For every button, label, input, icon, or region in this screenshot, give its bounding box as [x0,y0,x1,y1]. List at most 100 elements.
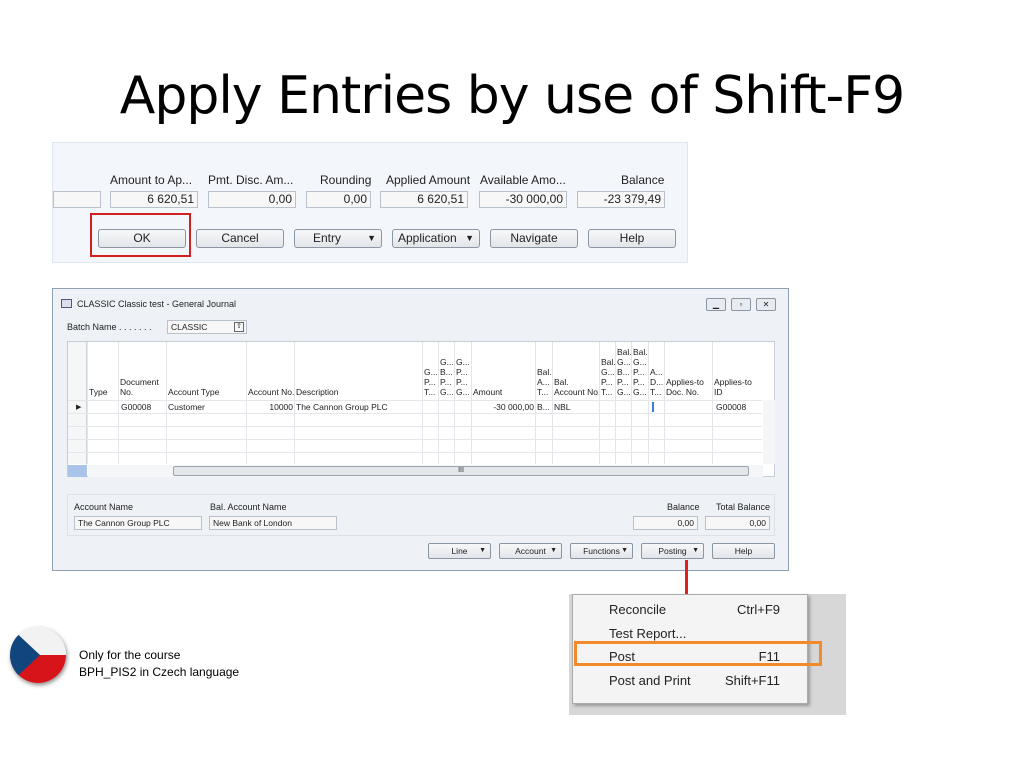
dropdown-arrow-icon: ▼ [479,547,486,554]
help-button[interactable]: Help [588,229,676,248]
column-divider [535,342,536,464]
dropdown-arrow-icon: ▼ [621,547,628,554]
column-header[interactable]: G... B... P... G... [440,357,454,397]
horizontal-scrollbar[interactable]: III [88,465,763,477]
account-button[interactable]: Account ▼ [499,543,562,559]
menu-item-label: Test Report... [609,626,687,641]
column-divider [438,342,439,464]
field-label: Pmt. Disc. Am... [208,173,294,187]
journal-window-icon [61,299,72,308]
posting-button[interactable]: Posting ▼ [641,543,704,559]
line-label: Line [451,546,468,556]
functions-button[interactable]: Functions ▼ [570,543,633,559]
total-balance-label: Total Balance [716,502,771,512]
field-label: Applied Amount [386,173,471,187]
column-divider [166,342,167,464]
column-header[interactable]: G... P... P... G... [456,357,470,397]
batch-name-value: CLASSIC [171,322,208,332]
menu-item-label: Post and Print [609,673,691,688]
amount-to-apply-field[interactable]: 6 620,51 [110,191,198,208]
balance-field[interactable]: 0,00 [633,516,698,530]
batch-name-field[interactable]: CLASSIC ⇧ [167,320,247,334]
navigate-button[interactable]: Navigate [490,229,578,248]
column-divider [422,342,423,464]
column-divider [712,342,713,464]
column-divider [552,342,553,464]
cell-description[interactable]: The Cannon Group PLC [296,402,388,412]
column-header[interactable]: G... P... T... [424,367,438,397]
column-header[interactable]: Bal. G... P... P... G... [633,347,648,397]
cell-bal-account-type[interactable]: B... [537,402,550,412]
maximize-button[interactable]: ▫ [731,298,751,311]
applied-amount-field[interactable]: 6 620,51 [380,191,468,208]
batch-name-label: Batch Name . . . . . . . [67,322,152,332]
czech-flag-icon [10,627,66,683]
cell-document-no[interactable]: G00008 [121,402,151,412]
entry-button[interactable]: Entry ▼ [294,229,382,248]
help-button[interactable]: Help [712,543,775,559]
column-header[interactable]: Applies-to Doc. No. [666,377,704,397]
select-all-corner[interactable] [68,465,87,477]
column-header[interactable]: Account No. [248,387,294,397]
column-divider [631,342,632,464]
scrollbar-thumb[interactable]: III [173,466,749,476]
menu-item-reconcile[interactable]: Reconcile Ctrl+F9 [609,602,804,617]
column-header[interactable]: Bal. G... B... P... G... [617,347,632,397]
ok-highlight-box [90,213,191,257]
dropdown-arrow-icon: ▼ [692,547,699,554]
application-button[interactable]: Application ▼ [392,229,480,248]
pmt-disc-amount-field[interactable]: 0,00 [208,191,296,208]
balance-field[interactable]: -23 379,49 [577,191,665,208]
field-label: Available Amo... [480,173,566,187]
available-amount-field[interactable]: -30 000,00 [479,191,567,208]
column-header[interactable]: Applies-to ID [714,377,752,397]
menu-item-label: Reconcile [609,602,667,617]
account-name-field[interactable]: The Cannon Group PLC [74,516,202,530]
functions-label: Functions [583,546,620,556]
column-header[interactable]: Bal. A... T... [537,367,552,397]
column-header[interactable]: Amount [473,387,502,397]
account-label: Account [515,546,546,556]
cell-bal-account-no[interactable]: NBL [554,402,571,412]
column-divider [454,342,455,464]
total-balance-field[interactable]: 0,00 [705,516,770,530]
rounding-field[interactable]: 0,00 [306,191,371,208]
cell-amount[interactable]: -30 000,00 [472,402,534,412]
dropdown-arrow-icon: ▼ [550,547,557,554]
apply-entries-dialog: Amount to Ap... 6 620,51 Pmt. Disc. Am..… [52,142,688,263]
bal-account-name-field[interactable]: New Bank of London [209,516,337,530]
minimize-button[interactable]: ▁ [706,298,726,311]
application-label: Application [398,231,457,245]
menu-item-shortcut: Ctrl+F9 [737,602,780,617]
line-button[interactable]: Line ▼ [428,543,491,559]
bal-account-name-label: Bal. Account Name [210,502,287,512]
column-header[interactable]: A... D... T... [650,367,663,397]
cell-account-no[interactable]: 10000 [247,402,293,412]
column-header[interactable]: Type [89,387,107,397]
vertical-scrollbar[interactable] [763,400,775,464]
lookup-icon[interactable]: ⇧ [234,322,244,332]
column-divider [615,342,616,464]
posting-label: Posting [658,546,687,556]
column-header[interactable]: Bal. G... P... T... [601,357,616,397]
menu-item-test-report[interactable]: Test Report... [609,626,804,641]
partial-field [53,191,101,208]
cell-account-type[interactable]: Customer [168,402,205,412]
column-divider [664,342,665,464]
cancel-button[interactable]: Cancel [196,229,284,248]
column-header[interactable]: Account Type [168,387,219,397]
column-header[interactable]: Description [296,387,339,397]
menu-item-post-and-print[interactable]: Post and Print Shift+F11 [609,673,804,688]
column-header[interactable]: Document No. [120,377,159,397]
note-line-1: Only for the course [79,648,181,662]
column-divider [87,342,88,464]
entry-label: Entry [313,231,342,245]
column-header[interactable]: Bal. Account No. [554,377,600,397]
column-divider [294,342,295,464]
course-note: Only for the course BPH_PIS2 in Czech la… [79,647,239,681]
text-cursor [652,402,654,412]
field-label: Rounding [320,173,372,187]
dropdown-arrow-icon: ▼ [465,233,474,243]
cell-applies-to-id[interactable]: G00008 [716,402,746,412]
close-button[interactable]: ✕ [756,298,776,311]
